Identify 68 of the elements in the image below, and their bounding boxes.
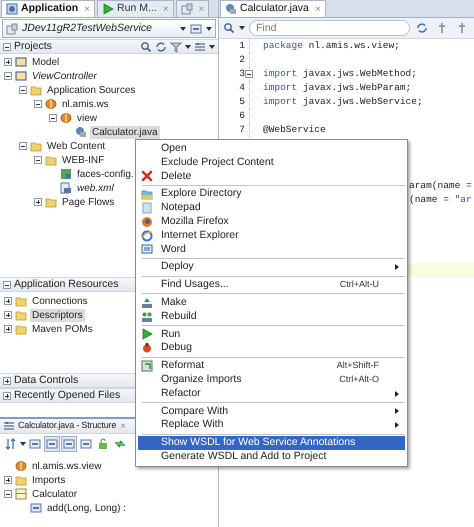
code-line: aram(name = (409, 178, 472, 193)
tree-item[interactable]: Web Content (45, 140, 108, 152)
menu-item[interactable]: Notepad (138, 201, 405, 215)
project-selector[interactable]: JDev11gR2TestWebService (2, 19, 216, 38)
line-number: 6 (238, 108, 246, 123)
editor-tab[interactable]: Calculator.java × (220, 0, 326, 17)
tree-item[interactable]: ViewController (30, 70, 99, 82)
menu-item[interactable]: Internet Explorer (138, 228, 405, 243)
tree-item[interactable]: Calculator.java (90, 126, 160, 138)
tree-item[interactable]: add(Long, Long) : (45, 502, 128, 514)
code-line: import javax.jws.WebMethod; (263, 66, 417, 81)
tree-item[interactable]: nl.amis.ws.view (30, 460, 104, 472)
tree-item[interactable]: WEB-INF (60, 154, 106, 166)
menu-item[interactable]: Reformat Alt+Shift-F (138, 359, 405, 373)
section-title: Application Resources (14, 276, 118, 292)
menu-item[interactable]: Find Usages... Ctrl+Alt-U (138, 278, 405, 292)
section-title: Data Controls (14, 372, 78, 388)
code-line: (name = "ar (409, 192, 472, 207)
tree-item[interactable]: Imports (30, 474, 68, 486)
shortcut-label: Ctrl+Alt-U (340, 278, 379, 292)
menu-item[interactable]: Show WSDL for Web Service Annotations (138, 436, 405, 450)
section-title: Projects (14, 38, 52, 54)
menu-item[interactable]: Word (138, 242, 405, 256)
code-line: @WebService (263, 122, 326, 137)
tree-item[interactable]: Connections (30, 294, 90, 308)
shortcut-label: Alt+Shift-F (336, 359, 379, 372)
menu-item[interactable]: Organize Imports Ctrl+Alt-O (138, 372, 405, 387)
close-icon[interactable]: × (84, 2, 90, 16)
shortcut-label: Ctrl+Alt-O (339, 373, 379, 386)
tree-item[interactable]: Application Sources (45, 84, 138, 96)
menu-item[interactable]: Open (138, 142, 405, 156)
menu-item[interactable]: Generate WSDL and Add to Project (138, 450, 405, 464)
code-line: package nl.amis.ws.view; (263, 38, 400, 53)
tree-item[interactable]: Descriptors (30, 308, 85, 322)
menu-item[interactable]: Mozilla Firefox (138, 214, 405, 229)
tree-item[interactable]: view (75, 112, 100, 124)
line-number: 3 (238, 66, 246, 81)
menu-item[interactable]: Rebuild (138, 310, 405, 324)
panel-tab[interactable]: Application × (1, 0, 96, 17)
section-title: Recently Opened Files (14, 388, 120, 403)
line-number: 4 (238, 80, 246, 95)
panel-tab[interactable]: Run M... × (97, 0, 174, 17)
menu-item[interactable]: Explore Directory (138, 187, 405, 202)
code-line: import javax.jws.WebService; (263, 94, 423, 109)
menu-item[interactable]: Run (138, 328, 405, 342)
tree-item[interactable]: Calculator (30, 488, 80, 500)
line-number: 2 (238, 52, 246, 67)
line-number: 1 (238, 38, 246, 53)
tree-item[interactable]: web.xml (75, 182, 116, 194)
tree-item[interactable]: faces-config. (75, 168, 136, 180)
tree-item[interactable]: Model (30, 56, 62, 68)
menu-item[interactable]: Replace With (138, 418, 405, 432)
tree-item[interactable]: Maven POMs (30, 322, 95, 336)
menu-item[interactable]: Compare With (138, 404, 405, 418)
menu-item[interactable]: Refactor (138, 386, 405, 401)
menu-item[interactable]: Deploy (138, 260, 405, 274)
menu-item[interactable]: Make (138, 296, 405, 310)
close-icon[interactable]: × (314, 2, 321, 16)
panel-title: Calculator.java - Structure (18, 419, 116, 432)
tree-item[interactable]: Page Flows (60, 196, 116, 208)
menu-item[interactable]: Debug (138, 341, 405, 356)
tree-item[interactable]: nl.amis.ws (60, 98, 111, 110)
menu-item[interactable]: Exclude Project Content (138, 156, 405, 170)
search-field[interactable]: Find (249, 20, 410, 36)
code-line: import javax.jws.WebParam; (263, 80, 412, 95)
line-number: 5 (238, 94, 246, 109)
line-number: 7 (238, 122, 246, 137)
menu-item[interactable]: Delete (138, 170, 405, 184)
